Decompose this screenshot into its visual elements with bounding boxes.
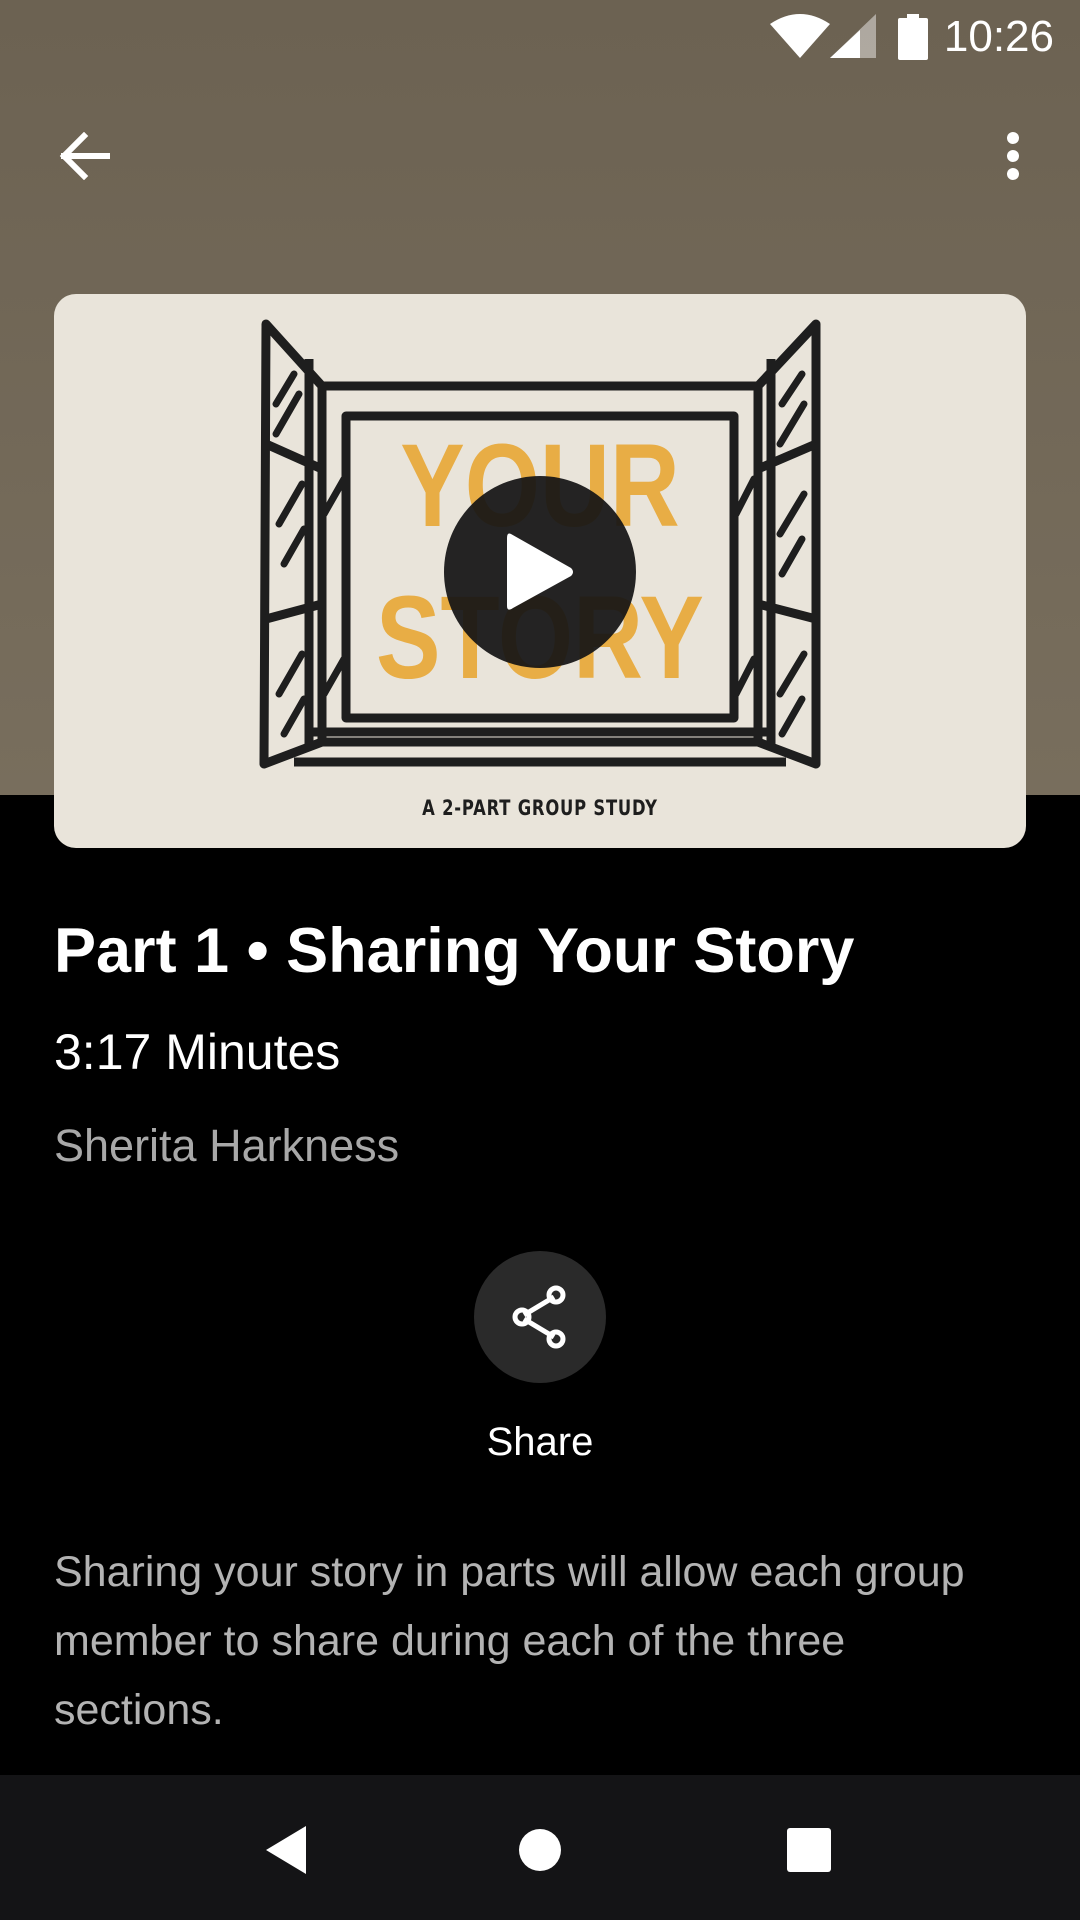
cell-signal-icon	[830, 14, 876, 58]
play-icon	[507, 533, 573, 610]
episode-description: Sharing your story in parts will allow e…	[54, 1548, 965, 1734]
nav-recents-icon	[787, 1828, 831, 1872]
more-options-button[interactable]	[958, 101, 1068, 211]
nav-back-icon	[266, 1826, 306, 1874]
nav-home-button[interactable]	[485, 1795, 595, 1905]
status-bar: 10:26	[0, 0, 1080, 75]
status-time: 10:26	[943, 12, 1054, 61]
share-button[interactable]	[474, 1251, 606, 1383]
battery-icon	[898, 14, 928, 60]
system-navigation-bar	[0, 1775, 1080, 1920]
wifi-icon	[770, 14, 830, 58]
share-icon	[512, 1285, 566, 1349]
nav-home-icon	[519, 1829, 561, 1871]
back-button[interactable]	[29, 101, 139, 211]
arrow-left-icon	[59, 132, 110, 180]
art-caption: A 2-PART GROUP STUDY	[422, 796, 658, 820]
nav-recents-button[interactable]	[754, 1795, 864, 1905]
episode-duration: 3:17 Minutes	[54, 1024, 341, 1080]
episode-title: Part 1 • Sharing Your Story	[54, 916, 855, 986]
play-button[interactable]	[444, 476, 636, 668]
episode-author: Sherita Harkness	[54, 1120, 400, 1171]
share-label[interactable]: Share	[0, 1420, 1080, 1465]
nav-back-button[interactable]	[230, 1795, 340, 1905]
more-vertical-icon	[1007, 132, 1019, 180]
video-thumbnail[interactable]: YOUR STORY A 2-PART GROUP STUDY	[54, 294, 1026, 848]
